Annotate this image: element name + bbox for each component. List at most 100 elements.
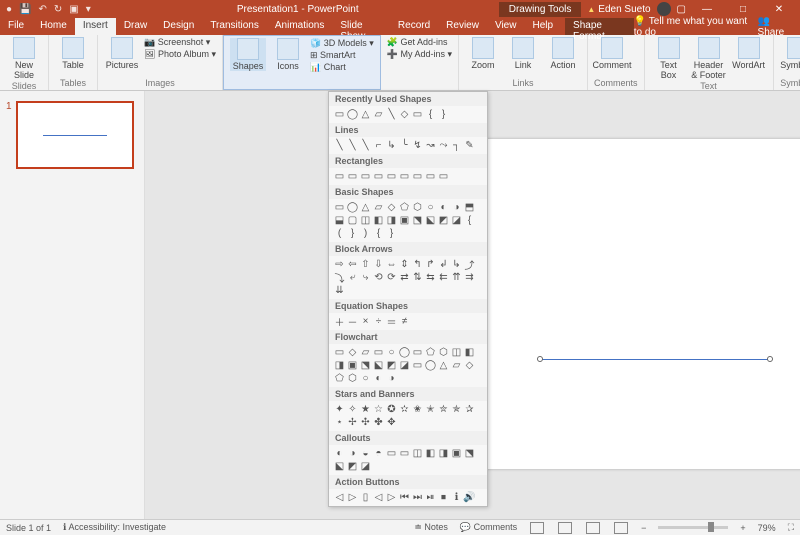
shape-item[interactable]: ⇄ [398,271,411,284]
shape-item[interactable]: ◧ [424,447,437,460]
text-box-button[interactable]: Text Box [651,37,687,80]
shape-item[interactable]: ✯ [450,403,463,416]
shape-item[interactable]: ◯ [398,346,411,359]
start-from-beginning-icon[interactable]: ▣ [69,4,78,15]
undo-icon[interactable]: ↶ [39,4,47,15]
shape-item[interactable]: ⬠ [333,372,346,385]
tab-transitions[interactable]: Transitions [202,18,267,35]
shape-item[interactable]: } [385,227,398,240]
comments-button[interactable]: 💬 Comments [460,522,517,533]
tab-slideshow[interactable]: Slide Show [332,18,390,35]
shape-item[interactable]: ▭ [411,170,424,183]
shape-item[interactable]: { [372,227,385,240]
shape-item[interactable]: ⟲ [372,271,385,284]
shape-item[interactable]: ✢ [346,416,359,429]
shape-item[interactable]: ⇈ [450,271,463,284]
redo-icon[interactable]: ↻ [54,4,62,15]
shape-item[interactable]: ↳ [385,139,398,152]
shape-item[interactable]: ⇊ [333,284,346,297]
shape-item[interactable]: ▣ [398,214,411,227]
shape-item[interactable]: ✮ [437,403,450,416]
shape-item[interactable]: ◇ [385,201,398,214]
link-button[interactable]: Link [505,37,541,70]
shape-item[interactable]: ◩ [437,214,450,227]
shape-item[interactable]: ★ [359,403,372,416]
shape-item[interactable]: ＝ [385,315,398,328]
shape-item[interactable]: ▭ [411,346,424,359]
shape-item[interactable]: ◐ [372,372,385,385]
get-addins-button[interactable]: 🧩 Get Add-ins [387,37,452,48]
line-handle-left[interactable] [537,356,543,362]
shape-item[interactable]: ▭ [424,170,437,183]
action-button[interactable]: Action [545,37,581,70]
shape-item[interactable]: ▱ [372,108,385,121]
shape-item[interactable]: ◪ [398,359,411,372]
shape-item[interactable]: ⇇ [437,271,450,284]
tab-insert[interactable]: Insert [75,18,116,35]
shape-item[interactable]: ▭ [359,170,372,183]
pictures-button[interactable]: Pictures [104,37,140,70]
reading-view-button[interactable] [586,522,600,534]
shape-item[interactable]: ▱ [372,201,385,214]
zoom-button[interactable]: Zoom [465,37,501,70]
shape-item[interactable]: ≠ [398,315,411,328]
shape-item[interactable]: 🔊 [463,491,476,504]
shape-item[interactable]: ◓ [372,447,385,460]
shape-item[interactable]: ▭ [333,108,346,121]
tab-design[interactable]: Design [155,18,202,35]
shape-item[interactable]: ◇ [398,108,411,121]
zoom-in-button[interactable]: + [740,523,745,533]
zoom-out-button[interactable]: − [641,523,646,533]
slide-thumbnail-1[interactable] [16,101,134,169]
shape-item[interactable]: ▭ [398,170,411,183]
shape-item[interactable]: ▣ [346,359,359,372]
shape-item[interactable]: ◐ [437,201,450,214]
shape-item[interactable]: ▭ [398,447,411,460]
notes-button[interactable]: ≐ Notes [414,522,448,533]
shape-item[interactable]: ▣ [450,447,463,460]
shape-item[interactable]: ▭ [333,201,346,214]
shape-item[interactable]: ⬓ [333,214,346,227]
shape-item[interactable]: ▯ [359,491,372,504]
shape-item[interactable]: ╰ [398,139,411,152]
shape-item[interactable]: ⇆ [424,271,437,284]
shape-item[interactable]: ✣ [359,416,372,429]
shape-item[interactable]: ◪ [450,214,463,227]
tab-home[interactable]: Home [32,18,75,35]
shape-item[interactable]: ⬕ [333,460,346,473]
shape-item[interactable]: ◇ [346,346,359,359]
shape-item[interactable]: ◑ [450,201,463,214]
shape-item[interactable]: ◒ [359,447,372,460]
shape-item[interactable]: ⏭ [411,491,424,504]
slide-canvas-area[interactable]: Recently Used Shapes ▭◯△▱╲◇▭{} Lines ╲╲╲… [145,91,800,519]
shape-item[interactable]: ╲ [333,139,346,152]
shape-item[interactable]: ◐ [333,447,346,460]
shape-item[interactable]: ✦ [333,403,346,416]
minimize-button[interactable]: — [692,4,722,15]
shape-item[interactable]: ⤴ [463,258,476,271]
shape-item[interactable]: } [437,108,450,121]
shape-item[interactable]: △ [437,359,450,372]
shape-item[interactable]: ▭ [411,359,424,372]
maximize-button[interactable]: □ [728,4,758,15]
line-handle-right[interactable] [767,356,773,362]
shape-item[interactable]: ⤷ [359,271,372,284]
shape-item[interactable]: ◨ [385,214,398,227]
shape-item[interactable]: ○ [424,201,437,214]
tab-shape-format[interactable]: Shape Format [565,18,634,35]
tab-file[interactable]: File [0,18,32,35]
qat-more-icon[interactable]: ▾ [86,4,91,15]
shape-item[interactable]: ⇉ [463,271,476,284]
shape-item[interactable]: ✎ [463,139,476,152]
shape-item[interactable]: ▱ [450,359,463,372]
accessibility-status[interactable]: ℹ Accessibility: Investigate [63,522,166,533]
shape-item[interactable]: ▭ [385,170,398,183]
shape-item[interactable]: ◑ [385,372,398,385]
shape-item[interactable]: ⇔ [385,258,398,271]
shape-item[interactable]: ⟳ [385,271,398,284]
shape-item[interactable]: { [463,214,476,227]
shape-item[interactable]: ⬠ [424,346,437,359]
shape-item[interactable]: ╲ [359,139,372,152]
shape-item[interactable]: ◁ [333,491,346,504]
shape-item[interactable]: ( [333,227,346,240]
